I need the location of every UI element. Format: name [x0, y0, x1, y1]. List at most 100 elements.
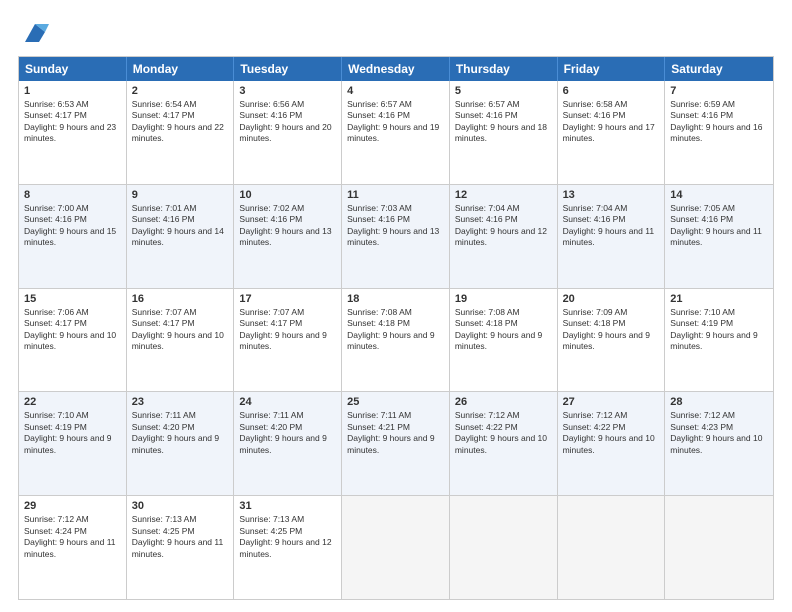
calendar-cell: 15 Sunrise: 7:06 AMSunset: 4:17 PMDayligh… [19, 289, 127, 392]
cell-info: Sunrise: 7:03 AMSunset: 4:16 PMDaylight:… [347, 203, 444, 249]
calendar-cell: 24 Sunrise: 7:11 AMSunset: 4:20 PMDayligh… [234, 392, 342, 495]
empty-cell [665, 496, 773, 599]
day-number: 27 [563, 396, 660, 408]
day-number: 14 [670, 189, 768, 201]
day-number: 26 [455, 396, 552, 408]
day-number: 21 [670, 293, 768, 305]
cell-info: Sunrise: 7:10 AMSunset: 4:19 PMDaylight:… [670, 307, 768, 353]
cell-info: Sunrise: 7:05 AMSunset: 4:16 PMDaylight:… [670, 203, 768, 249]
calendar-cell: 12 Sunrise: 7:04 AMSunset: 4:16 PMDayligh… [450, 185, 558, 288]
day-number: 10 [239, 189, 336, 201]
day-number: 31 [239, 500, 336, 512]
cell-info: Sunrise: 7:12 AMSunset: 4:22 PMDaylight:… [563, 410, 660, 456]
cell-info: Sunrise: 7:04 AMSunset: 4:16 PMDaylight:… [563, 203, 660, 249]
day-number: 29 [24, 500, 121, 512]
cell-info: Sunrise: 6:58 AMSunset: 4:16 PMDaylight:… [563, 99, 660, 145]
day-number: 12 [455, 189, 552, 201]
calendar-row: 1 Sunrise: 6:53 AMSunset: 4:17 PMDaylight… [19, 81, 773, 185]
calendar-cell: 17 Sunrise: 7:07 AMSunset: 4:17 PMDayligh… [234, 289, 342, 392]
header-day: Wednesday [342, 57, 450, 81]
cell-info: Sunrise: 7:06 AMSunset: 4:17 PMDaylight:… [24, 307, 121, 353]
header-day: Friday [558, 57, 666, 81]
cell-info: Sunrise: 7:12 AMSunset: 4:23 PMDaylight:… [670, 410, 768, 456]
header-day: Monday [127, 57, 235, 81]
day-number: 5 [455, 85, 552, 97]
cell-info: Sunrise: 7:02 AMSunset: 4:16 PMDaylight:… [239, 203, 336, 249]
cell-info: Sunrise: 7:11 AMSunset: 4:21 PMDaylight:… [347, 410, 444, 456]
empty-cell [450, 496, 558, 599]
calendar-cell: 20Sunrise: 7:09 AMSunset: 4:18 PMDayligh… [558, 289, 666, 392]
cell-info: Sunrise: 6:59 AMSunset: 4:16 PMDaylight:… [670, 99, 768, 145]
calendar-cell: 22Sunrise: 7:10 AMSunset: 4:19 PMDayligh… [19, 392, 127, 495]
calendar-cell: 11 Sunrise: 7:03 AMSunset: 4:16 PMDayligh… [342, 185, 450, 288]
header-day: Thursday [450, 57, 558, 81]
calendar: SundayMondayTuesdayWednesdayThursdayFrid… [18, 56, 774, 600]
cell-info: Sunrise: 6:53 AMSunset: 4:17 PMDaylight:… [24, 99, 121, 145]
calendar-cell: 16 Sunrise: 7:07 AMSunset: 4:17 PMDayligh… [127, 289, 235, 392]
calendar-cell: 13Sunrise: 7:04 AMSunset: 4:16 PMDayligh… [558, 185, 666, 288]
calendar-cell: 2 Sunrise: 6:54 AMSunset: 4:17 PMDaylight… [127, 81, 235, 184]
day-number: 18 [347, 293, 444, 305]
calendar-header: SundayMondayTuesdayWednesdayThursdayFrid… [19, 57, 773, 81]
day-number: 25 [347, 396, 444, 408]
header-day: Saturday [665, 57, 773, 81]
calendar-cell: 29 Sunrise: 7:12 AMSunset: 4:24 PMDayligh… [19, 496, 127, 599]
calendar-cell: 1 Sunrise: 6:53 AMSunset: 4:17 PMDaylight… [19, 81, 127, 184]
calendar-cell: 31Sunrise: 7:13 AMSunset: 4:25 PMDayligh… [234, 496, 342, 599]
cell-info: Sunrise: 7:13 AMSunset: 4:25 PMDaylight:… [132, 514, 229, 560]
day-number: 4 [347, 85, 444, 97]
calendar-row: 15 Sunrise: 7:06 AMSunset: 4:17 PMDayligh… [19, 289, 773, 393]
calendar-cell: 26 Sunrise: 7:12 AMSunset: 4:22 PMDayligh… [450, 392, 558, 495]
cell-info: Sunrise: 7:09 AMSunset: 4:18 PMDaylight:… [563, 307, 660, 353]
calendar-cell: 3 Sunrise: 6:56 AMSunset: 4:16 PMDaylight… [234, 81, 342, 184]
cell-info: Sunrise: 7:12 AMSunset: 4:24 PMDaylight:… [24, 514, 121, 560]
header [18, 18, 774, 46]
day-number: 11 [347, 189, 444, 201]
day-number: 24 [239, 396, 336, 408]
calendar-cell: 27 Sunrise: 7:12 AMSunset: 4:22 PMDayligh… [558, 392, 666, 495]
cell-info: Sunrise: 7:07 AMSunset: 4:17 PMDaylight:… [132, 307, 229, 353]
header-day: Sunday [19, 57, 127, 81]
cell-info: Sunrise: 7:00 AMSunset: 4:16 PMDaylight:… [24, 203, 121, 249]
cell-info: Sunrise: 6:57 AMSunset: 4:16 PMDaylight:… [455, 99, 552, 145]
calendar-cell: 7Sunrise: 6:59 AMSunset: 4:16 PMDaylight… [665, 81, 773, 184]
cell-info: Sunrise: 7:07 AMSunset: 4:17 PMDaylight:… [239, 307, 336, 353]
calendar-cell: 23 Sunrise: 7:11 AMSunset: 4:20 PMDayligh… [127, 392, 235, 495]
calendar-cell: 19 Sunrise: 7:08 AMSunset: 4:18 PMDayligh… [450, 289, 558, 392]
header-day: Tuesday [234, 57, 342, 81]
calendar-cell: 5 Sunrise: 6:57 AMSunset: 4:16 PMDaylight… [450, 81, 558, 184]
day-number: 28 [670, 396, 768, 408]
logo [18, 18, 49, 46]
cell-info: Sunrise: 6:56 AMSunset: 4:16 PMDaylight:… [239, 99, 336, 145]
calendar-cell: 8Sunrise: 7:00 AMSunset: 4:16 PMDaylight… [19, 185, 127, 288]
day-number: 23 [132, 396, 229, 408]
calendar-cell: 10 Sunrise: 7:02 AMSunset: 4:16 PMDayligh… [234, 185, 342, 288]
calendar-cell: 28 Sunrise: 7:12 AMSunset: 4:23 PMDayligh… [665, 392, 773, 495]
empty-cell [342, 496, 450, 599]
calendar-row: 22Sunrise: 7:10 AMSunset: 4:19 PMDayligh… [19, 392, 773, 496]
calendar-cell: 30Sunrise: 7:13 AMSunset: 4:25 PMDayligh… [127, 496, 235, 599]
cell-info: Sunrise: 7:04 AMSunset: 4:16 PMDaylight:… [455, 203, 552, 249]
day-number: 1 [24, 85, 121, 97]
calendar-cell: 14 Sunrise: 7:05 AMSunset: 4:16 PMDayligh… [665, 185, 773, 288]
calendar-cell: 4Sunrise: 6:57 AMSunset: 4:16 PMDaylight… [342, 81, 450, 184]
day-number: 16 [132, 293, 229, 305]
calendar-cell: 21 Sunrise: 7:10 AMSunset: 4:19 PMDayligh… [665, 289, 773, 392]
cell-info: Sunrise: 7:11 AMSunset: 4:20 PMDaylight:… [132, 410, 229, 456]
cell-info: Sunrise: 7:01 AMSunset: 4:16 PMDaylight:… [132, 203, 229, 249]
calendar-cell: 18Sunrise: 7:08 AMSunset: 4:18 PMDayligh… [342, 289, 450, 392]
day-number: 2 [132, 85, 229, 97]
page: SundayMondayTuesdayWednesdayThursdayFrid… [0, 0, 792, 612]
day-number: 17 [239, 293, 336, 305]
day-number: 6 [563, 85, 660, 97]
day-number: 15 [24, 293, 121, 305]
day-number: 9 [132, 189, 229, 201]
day-number: 3 [239, 85, 336, 97]
cell-info: Sunrise: 7:08 AMSunset: 4:18 PMDaylight:… [455, 307, 552, 353]
cell-info: Sunrise: 7:12 AMSunset: 4:22 PMDaylight:… [455, 410, 552, 456]
cell-info: Sunrise: 7:11 AMSunset: 4:20 PMDaylight:… [239, 410, 336, 456]
calendar-cell: 6 Sunrise: 6:58 AMSunset: 4:16 PMDaylight… [558, 81, 666, 184]
cell-info: Sunrise: 7:10 AMSunset: 4:19 PMDaylight:… [24, 410, 121, 456]
cell-info: Sunrise: 6:54 AMSunset: 4:17 PMDaylight:… [132, 99, 229, 145]
day-number: 19 [455, 293, 552, 305]
